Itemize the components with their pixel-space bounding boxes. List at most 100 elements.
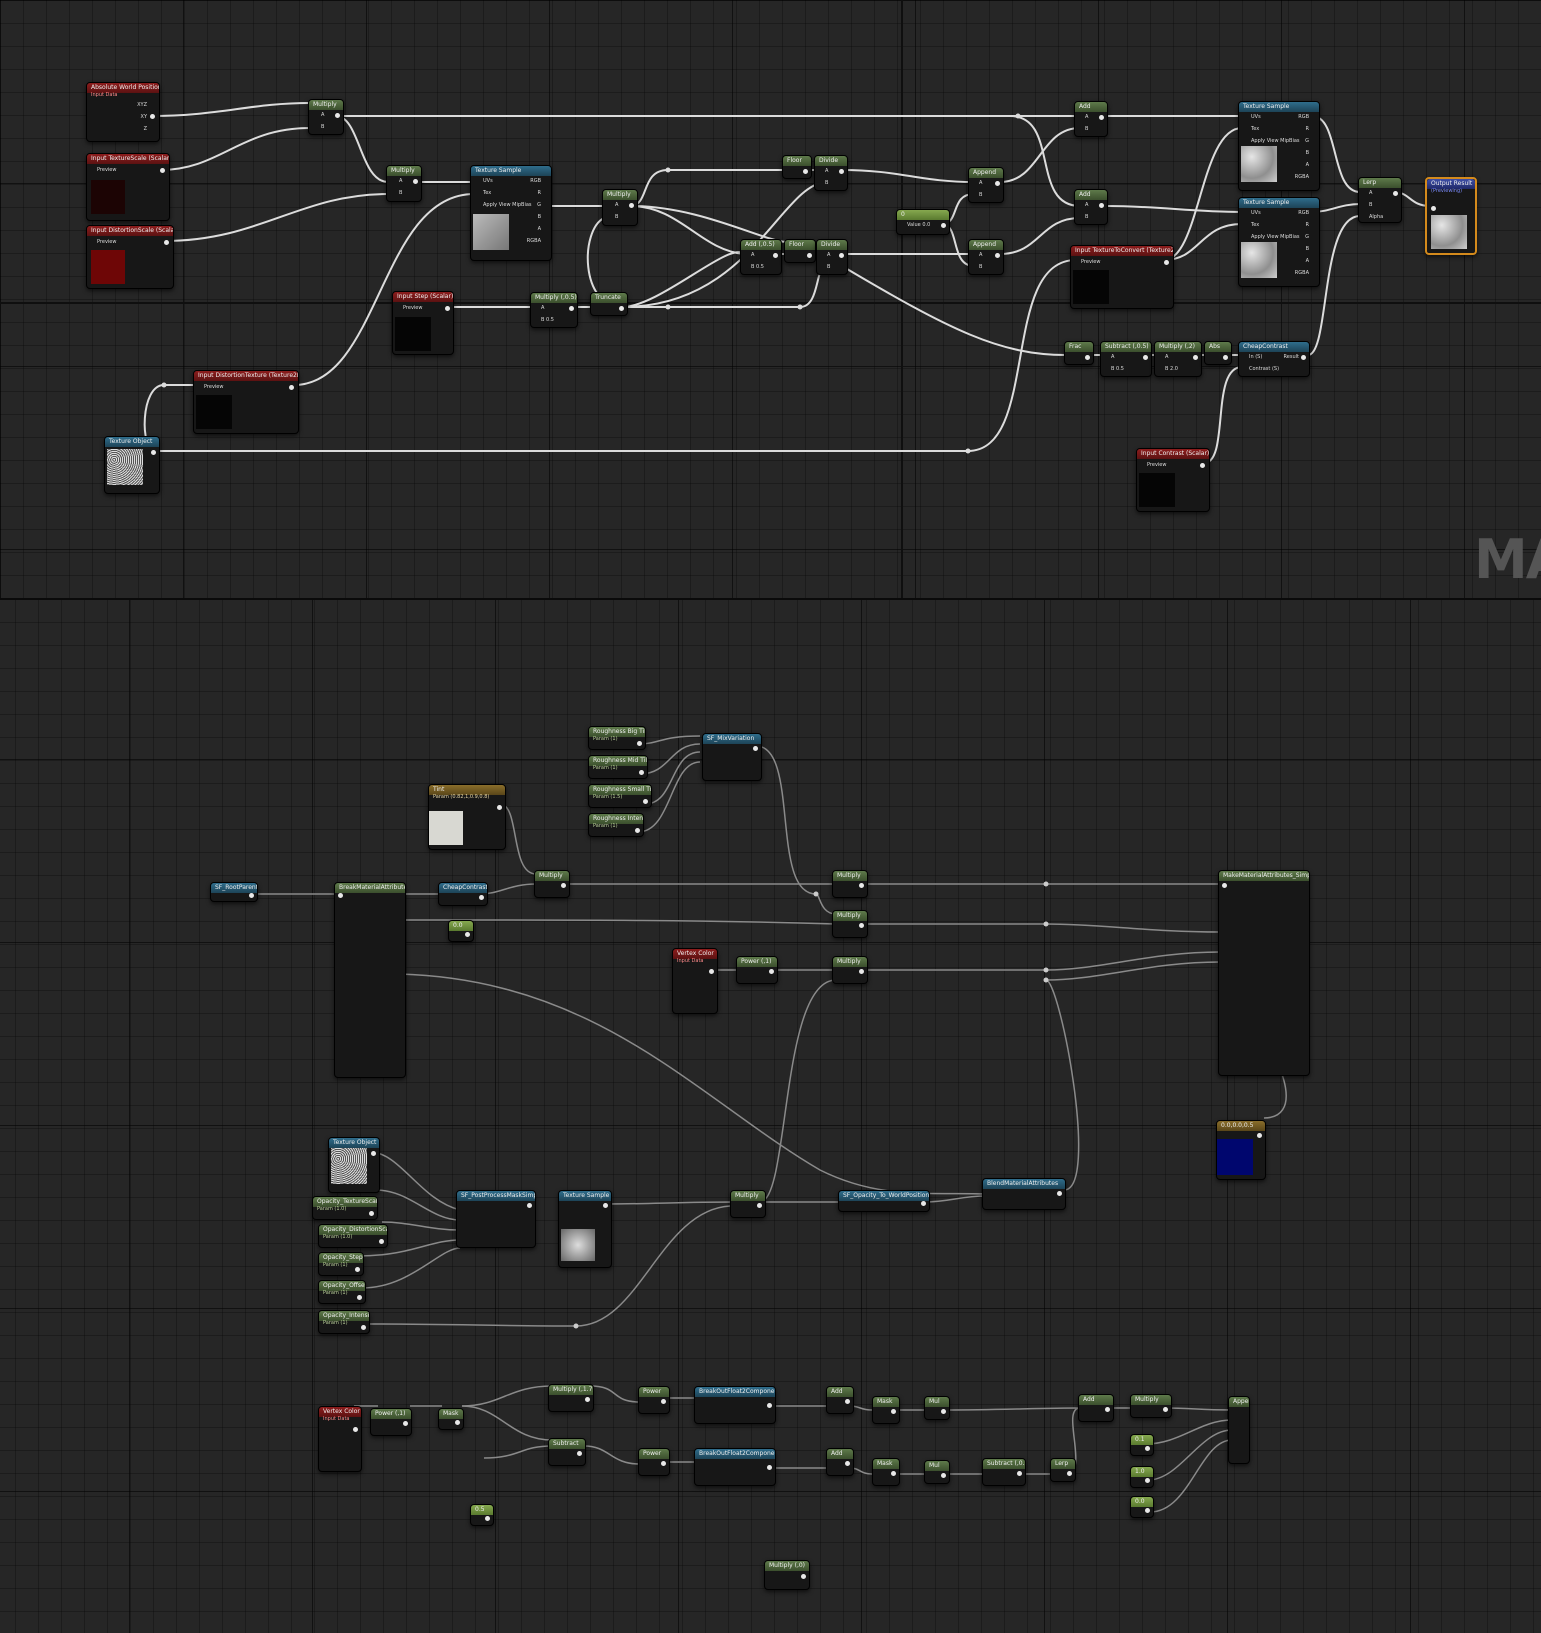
multiply-lone-node[interactable]: Multiply (,0) bbox=[764, 1560, 810, 1590]
input-pin[interactable] bbox=[338, 893, 343, 898]
output-pin[interactable] bbox=[1067, 1471, 1072, 1476]
floor-node-1[interactable]: Floor bbox=[782, 155, 812, 179]
make-material-attributes-node[interactable]: MakeMaterialAttributes_Simplified bbox=[1218, 870, 1310, 1076]
output-pin[interactable] bbox=[995, 181, 1000, 186]
add-node-a[interactable]: Add bbox=[826, 1386, 854, 1414]
small-constant-node[interactable]: 0.5 bbox=[470, 1504, 494, 1526]
input-distortion-scale-node[interactable]: Input DistortionScale (Scalar) Preview bbox=[86, 225, 174, 289]
output-pin[interactable] bbox=[355, 1267, 360, 1272]
input-contrast-node[interactable]: Input Contrast (Scalar) Preview bbox=[1136, 448, 1210, 512]
output-pin[interactable] bbox=[635, 828, 640, 833]
output-pin[interactable] bbox=[859, 883, 864, 888]
output-pin[interactable] bbox=[941, 1473, 946, 1478]
output-pin[interactable] bbox=[767, 1465, 772, 1470]
output-pin[interactable] bbox=[577, 1451, 582, 1456]
output-pin[interactable] bbox=[1145, 1508, 1150, 1513]
output-pin[interactable] bbox=[335, 113, 340, 118]
output-pin[interactable] bbox=[639, 770, 644, 775]
output-pin[interactable] bbox=[160, 168, 165, 173]
blue-color-param-node[interactable]: 0.0,0.0,0.5 bbox=[1216, 1120, 1266, 1180]
output-pin[interactable] bbox=[445, 306, 450, 311]
opacity-texture-scale-node[interactable]: Opacity_TextureScale Param (1.0) bbox=[312, 1196, 378, 1220]
output-pin[interactable] bbox=[1143, 355, 1148, 360]
roughness-intensity-node[interactable]: Roughness Intensity Param (1) bbox=[588, 813, 644, 837]
output-pin[interactable] bbox=[151, 450, 156, 455]
subtract-node[interactable]: Subtract bbox=[548, 1438, 586, 1466]
output-pin[interactable] bbox=[497, 805, 502, 810]
output-pin[interactable] bbox=[757, 1203, 762, 1208]
output-pin[interactable] bbox=[603, 1203, 608, 1208]
output-pin[interactable] bbox=[289, 385, 294, 390]
output-pin[interactable] bbox=[941, 223, 946, 228]
output-pin[interactable] bbox=[357, 1295, 362, 1300]
output-pin[interactable] bbox=[1017, 1471, 1022, 1476]
output-pin[interactable] bbox=[403, 1421, 408, 1426]
power-node-4[interactable]: Power bbox=[638, 1448, 670, 1476]
tint-node[interactable]: Tint Param (0.82,1,0.9,0.8) bbox=[428, 784, 506, 850]
power-node-1[interactable]: Power (,1) bbox=[736, 956, 778, 984]
output-pin[interactable] bbox=[803, 169, 808, 174]
texture-object-node[interactable]: Texture Object bbox=[328, 1137, 380, 1193]
add-half-node[interactable]: Add (,0.5) A B 0.5 bbox=[740, 239, 782, 275]
output-pin[interactable] bbox=[619, 306, 624, 311]
output-pin[interactable] bbox=[629, 203, 634, 208]
output-pin[interactable] bbox=[839, 253, 844, 258]
append-node-1[interactable]: Append A B bbox=[968, 167, 1004, 203]
vertex-color-node-2[interactable]: Vertex Color Input Data bbox=[318, 1406, 362, 1472]
cheap-contrast-node[interactable]: CheapContrast In (S) Contrast (S) Result bbox=[1238, 341, 1310, 377]
output-pin[interactable] bbox=[455, 1420, 460, 1425]
cheap-contrast-node[interactable]: CheapContrast bbox=[438, 882, 488, 906]
output-pin[interactable] bbox=[1099, 115, 1104, 120]
input-pin[interactable] bbox=[1431, 206, 1436, 211]
output-pin[interactable] bbox=[769, 969, 774, 974]
mask-node-b[interactable]: Mask bbox=[872, 1396, 900, 1424]
output-pin[interactable] bbox=[164, 240, 169, 245]
multiply-node-5[interactable]: Multiply bbox=[730, 1190, 766, 1218]
output-pin[interactable] bbox=[369, 1211, 374, 1216]
output-pin[interactable] bbox=[353, 1427, 358, 1432]
output-pin[interactable] bbox=[379, 1239, 384, 1244]
break-material-attributes-node[interactable]: BreakMaterialAttributes bbox=[334, 882, 406, 1078]
vertex-color-node-1[interactable]: Vertex Color Input Data bbox=[672, 948, 718, 1014]
output-pin[interactable] bbox=[845, 1461, 850, 1466]
output-pin[interactable] bbox=[773, 253, 778, 258]
output-pin[interactable] bbox=[661, 1399, 666, 1404]
output-pin[interactable] bbox=[1257, 1133, 1262, 1138]
opacity-step-node[interactable]: Opacity_Step Param (1) bbox=[318, 1252, 364, 1276]
output-pin[interactable] bbox=[845, 1399, 850, 1404]
roughness-small-tiling-node[interactable]: Roughness Small Tiling Param (1.5) bbox=[588, 784, 652, 808]
output-pin[interactable] bbox=[859, 923, 864, 928]
constant-node[interactable]: 0.0 bbox=[448, 920, 474, 942]
output-pin[interactable] bbox=[485, 1516, 490, 1521]
break-out-float2-node-2[interactable]: BreakOutFloat2Components bbox=[694, 1448, 776, 1486]
opacity-intensity-node[interactable]: Opacity_Intensity Param (1) bbox=[318, 1310, 370, 1334]
multiply-half-node[interactable]: Multiply (,0.5) A B 0.5 bbox=[530, 292, 578, 328]
output-pin[interactable] bbox=[1145, 1446, 1150, 1451]
sf-mix-variation-node[interactable]: SF_MixVariation bbox=[702, 733, 762, 781]
texture-sample-node-3[interactable]: Texture Sample UVs Tex Apply View MipBia… bbox=[1238, 197, 1320, 287]
multiply-node-2[interactable]: Multiply bbox=[832, 870, 868, 898]
output-result-node[interactable]: Output Result (Previewing) bbox=[1425, 177, 1477, 255]
output-pin[interactable] bbox=[371, 1151, 376, 1156]
texture-sample-node-1[interactable]: Texture Sample UVs Tex Apply View MipBia… bbox=[470, 165, 552, 261]
mask-node-a[interactable]: Mask bbox=[438, 1408, 464, 1430]
break-out-float2-node-1[interactable]: BreakOutFloat2Components bbox=[694, 1386, 776, 1424]
multiply-two-node[interactable]: Multiply (,2) A B 2.0 bbox=[1154, 341, 1202, 377]
output-pin[interactable] bbox=[1085, 355, 1090, 360]
output-pin[interactable] bbox=[465, 932, 470, 937]
lerp-node[interactable]: Lerp bbox=[1050, 1458, 1076, 1482]
constant-node[interactable]: 0 Value 0.0 bbox=[896, 209, 950, 235]
output-pin[interactable] bbox=[1163, 1407, 1168, 1412]
multiply-node-3[interactable]: Multiply A B bbox=[602, 189, 638, 226]
output-pin[interactable] bbox=[891, 1409, 896, 1414]
subtract-half-node[interactable]: Subtract (,0.5) A B 0.5 bbox=[1100, 341, 1152, 377]
output-pin[interactable] bbox=[561, 883, 566, 888]
texture-sample-node-2[interactable]: Texture Sample UVs Tex Apply View MipBia… bbox=[1238, 101, 1320, 191]
roughness-big-tiling-node[interactable]: Roughness Big Tiling Param (1) bbox=[588, 726, 646, 750]
multiply-node-4[interactable]: Multiply bbox=[832, 956, 868, 984]
texture-sample-node[interactable]: Texture Sample bbox=[558, 1190, 612, 1268]
output-pin[interactable] bbox=[859, 969, 864, 974]
append-node-2[interactable]: Append A B bbox=[968, 239, 1004, 275]
multiply-node-6[interactable]: Multiply (,1.7) bbox=[548, 1384, 594, 1412]
output-pin[interactable] bbox=[1193, 355, 1198, 360]
